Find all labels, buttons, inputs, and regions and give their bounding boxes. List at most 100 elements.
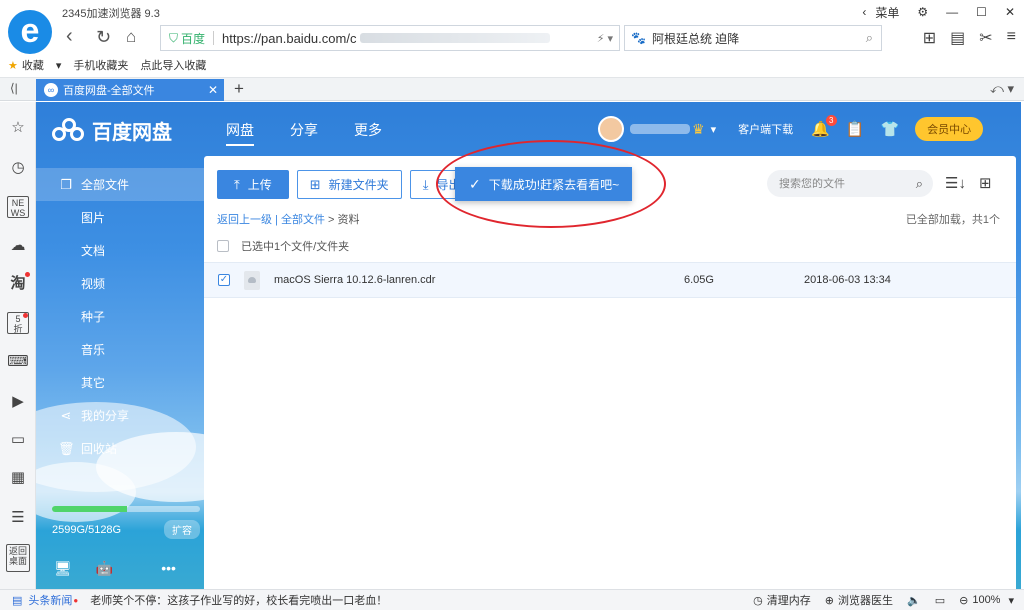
menu-arrow-icon[interactable]: ‹ <box>862 5 866 19</box>
file-name[interactable]: macOS Sierra 10.12.6-lanren.cdr <box>274 274 684 286</box>
refresh-icon[interactable]: ↻ <box>96 27 111 48</box>
calculator-icon[interactable]: ▦ <box>6 466 30 490</box>
android-icon[interactable]: 🤖 <box>96 560 113 577</box>
nav-netdisk[interactable]: 网盘 <box>226 120 254 146</box>
upload-button[interactable]: ⤒ 上传 <box>217 170 289 199</box>
sidebar-item-recycle-bin[interactable]: 🗑 回收站 <box>36 432 204 465</box>
import-favorites-link[interactable]: 点此导入收藏 <box>140 57 206 73</box>
chevron-down-icon[interactable]: ▾ <box>1008 594 1014 607</box>
favorites-star-icon[interactable]: ☆ <box>6 116 30 140</box>
gamepad-icon[interactable]: ⌨ <box>6 350 30 374</box>
sale-icon[interactable]: 5折 <box>7 312 29 334</box>
nav-more[interactable]: 更多 <box>354 120 382 146</box>
baidu-pan-logo[interactable]: 百度网盘 <box>52 116 172 145</box>
back-icon[interactable]: ‹ <box>66 25 73 48</box>
new-tab-icon[interactable]: + <box>234 79 244 99</box>
sidebar-item-music[interactable]: 音乐 <box>36 333 204 366</box>
row-checkbox[interactable]: ✓ <box>218 274 230 286</box>
clear-memory-button[interactable]: 清理内存 <box>767 592 811 608</box>
list-icon[interactable]: ☰ <box>6 506 30 530</box>
maximize-button[interactable]: ☐ <box>976 5 987 19</box>
sidebar-item-my-share[interactable]: ⋖ 我的分享 <box>36 399 204 432</box>
news-text[interactable]: 老师笑个不停：这孩子作业写的好，校长看完喷出一口老血！ <box>90 592 387 608</box>
address-bar[interactable]: ⛉ 百度 https://pan.baidu.com/c ⚡ ▾ <box>160 25 620 51</box>
select-all-checkbox[interactable] <box>217 240 229 252</box>
minimize-button[interactable]: — <box>946 5 958 19</box>
sidebar-item-videos[interactable]: 视频 <box>36 267 204 300</box>
chevron-down-icon[interactable]: ▾ <box>56 59 62 72</box>
pc-icon[interactable]: 🖥 <box>54 560 72 577</box>
pin-icon[interactable]: ⚙ <box>917 5 928 19</box>
sidebar-item-all-files[interactable]: ❐ 全部文件 <box>36 168 204 201</box>
sidebar-item-other[interactable]: 其它 <box>36 366 204 399</box>
reader-icon[interactable]: ▤ <box>950 28 965 48</box>
search-hot-text: 阿根廷总统 迫降 <box>651 31 740 46</box>
home-icon[interactable]: ⌂ <box>126 27 136 47</box>
cloud-logo-icon <box>52 117 86 144</box>
tab-baidu-pan[interactable]: ∞ 百度网盘-全部文件 ✕ <box>36 79 224 101</box>
file-search-input[interactable] <box>779 177 899 190</box>
client-download-link[interactable]: 客户端下载 <box>738 121 793 137</box>
zoom-level[interactable]: 100% <box>972 594 1000 606</box>
clipboard-icon[interactable]: 📋 <box>846 120 865 138</box>
table-row[interactable]: ✓ macOS Sierra 10.12.6-lanren.cdr 6.05G … <box>204 262 1016 298</box>
scissors-icon[interactable]: ✂ <box>979 28 992 48</box>
news-icon: ▤ <box>12 594 23 607</box>
file-type-icon <box>244 270 260 290</box>
trash-icon: 🗑 <box>58 440 75 456</box>
sidebar-item-label: 回收站 <box>81 442 118 456</box>
bell-icon[interactable]: 🔔 3 <box>811 115 837 138</box>
sidebar-toggle-icon[interactable]: ⟨| <box>10 81 18 95</box>
nav-share[interactable]: 分享 <box>290 120 318 146</box>
taobao-icon[interactable]: 淘 <box>6 272 30 296</box>
browser-navbar: ‹ ↻ ⌂ ⛉ 百度 https://pan.baidu.com/c ⚡ ▾ 🐾… <box>0 24 1024 54</box>
vip-center-button[interactable]: 会员中心 <box>915 117 984 141</box>
close-button[interactable]: ✕ <box>1005 5 1015 19</box>
mobile-favorites-link[interactable]: 手机收藏夹 <box>73 57 128 73</box>
file-search-box[interactable]: ⌕ <box>767 170 933 197</box>
chevron-down-icon[interactable]: ▾ <box>711 123 717 136</box>
breadcrumb-back[interactable]: 返回上一级 <box>217 214 272 226</box>
breadcrumb-all-files[interactable]: 全部文件 <box>281 214 325 226</box>
breadcrumb: 返回上一级 | 全部文件 > 资料 <box>217 211 360 227</box>
username-redacted[interactable] <box>630 124 690 134</box>
desktop-return-icon[interactable]: 返回 桌面 <box>6 544 30 572</box>
sidebar-item-images[interactable]: 图片 <box>36 201 204 234</box>
baidu-pan-tab-icon: ∞ <box>44 83 58 97</box>
expand-button[interactable]: 扩容 <box>164 520 200 539</box>
browser-tools: ⊞ ▤ ✂ ≡ <box>923 28 1016 48</box>
browser-sidebar: ☆ ◷ NE WS ☁ 淘 5折 ⌨ ▶ ▭ ▦ ☰ 返回 桌面 <box>0 102 36 589</box>
avatar[interactable] <box>598 116 624 142</box>
close-tab-icon[interactable]: ✕ <box>208 83 218 97</box>
quota-text: 2599G/5128G <box>52 523 122 536</box>
search-icon[interactable]: ⌕ <box>916 176 923 192</box>
sidebar-item-torrents[interactable]: 种子 <box>36 300 204 333</box>
chat-icon[interactable]: ☁ <box>6 234 30 258</box>
sort-icon[interactable]: ☰↓ <box>945 174 966 192</box>
lightning-icon[interactable]: ⚡ ▾ <box>597 32 613 45</box>
video-icon[interactable]: ▶ <box>6 390 30 414</box>
check-icon: ✓ <box>469 175 481 192</box>
quota-fill <box>52 506 128 512</box>
volume-icon[interactable]: 🔈 <box>907 594 921 607</box>
menu-button[interactable]: 菜单 <box>875 4 899 21</box>
more-menu-icon[interactable]: ≡ <box>1007 28 1016 48</box>
apps-icon[interactable]: ⊞ <box>923 28 936 48</box>
browser-search-box[interactable]: 🐾 阿根廷总统 迫降 ⌕ <box>624 25 882 51</box>
news-label[interactable]: 头条新闻 <box>28 592 72 608</box>
history-clock-icon[interactable]: ◷ <box>6 156 30 180</box>
sidebar-item-documents[interactable]: 文档 <box>36 234 204 267</box>
favorites-button[interactable]: 收藏 <box>22 57 44 73</box>
more-dots-icon[interactable]: ••• <box>161 560 176 577</box>
browser-doctor-button[interactable]: 浏览器医生 <box>838 592 893 608</box>
paw-icon: 🐾 <box>631 31 646 45</box>
news-icon[interactable]: NE WS <box>7 196 29 218</box>
new-folder-button[interactable]: ⊞ 新建文件夹 <box>296 170 402 199</box>
grid-view-icon[interactable]: ⊞ <box>979 174 992 192</box>
shirt-icon[interactable]: 👕 <box>880 120 899 138</box>
screen-icon[interactable]: ▭ <box>935 594 945 607</box>
sidebar-item-label: 文档 <box>81 244 106 258</box>
tv-icon[interactable]: ▭ <box>6 428 30 452</box>
undo-icon[interactable]: ⤺ ▾ <box>990 81 1014 97</box>
search-icon[interactable]: ⌕ <box>866 30 873 46</box>
